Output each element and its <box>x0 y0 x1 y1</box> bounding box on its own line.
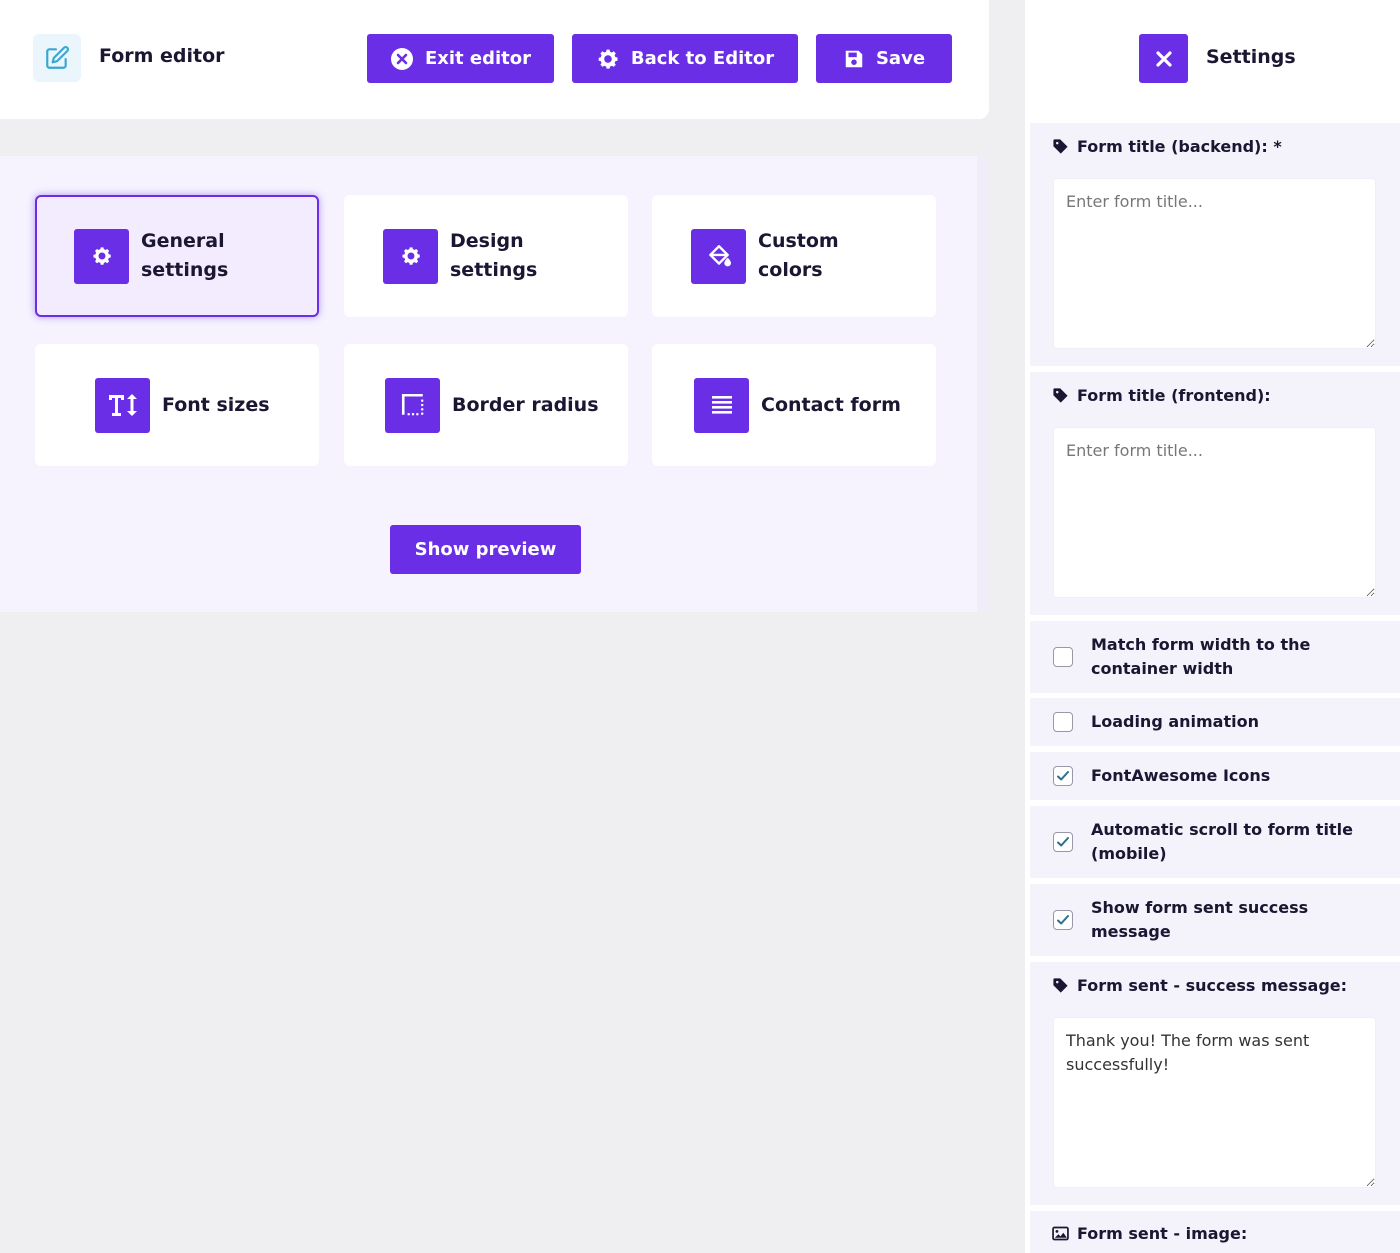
align-justify-icon <box>694 377 749 433</box>
tag-icon <box>1053 978 1068 993</box>
checkbox[interactable] <box>1053 712 1073 732</box>
card-label: Contact form <box>761 393 901 416</box>
field-label: Form sent - success message: <box>1052 976 1347 995</box>
field-label: Form title (backend): * <box>1052 137 1282 156</box>
card-font-sizes[interactable]: Font sizes <box>35 344 319 466</box>
card-general-settings[interactable]: General settings <box>35 195 319 317</box>
checkbox[interactable] <box>1053 647 1073 667</box>
checkbox-row-auto-scroll[interactable]: Automatic scroll to form title (mobile) <box>1030 806 1400 878</box>
settings-title: Settings <box>1206 46 1296 68</box>
show-preview-button[interactable]: Show preview <box>390 525 581 574</box>
checkbox-label: Loading animation <box>1091 712 1259 731</box>
border-radius-icon <box>385 377 440 433</box>
field-label: Form title (frontend): <box>1052 386 1271 405</box>
close-settings-button[interactable] <box>1139 34 1188 83</box>
checkbox-row-match-width[interactable]: Match form width to the container width <box>1030 621 1400 693</box>
gear-icon <box>74 228 129 284</box>
form-title-backend-input[interactable] <box>1053 178 1376 349</box>
back-to-editor-button[interactable]: Back to Editor <box>572 34 798 83</box>
edit-icon <box>33 34 81 82</box>
checkmark-icon <box>1057 771 1069 781</box>
settings-header: Settings <box>1025 0 1400 119</box>
paint-bucket-icon <box>691 228 746 284</box>
settings-categories-panel: General settings Design settings Custom … <box>0 156 989 612</box>
tag-icon <box>1053 139 1068 154</box>
image-icon <box>1052 1226 1069 1241</box>
page-title: Form editor <box>99 45 225 67</box>
checkbox-row-success-message[interactable]: Show form sent success message <box>1030 884 1400 956</box>
checkbox-label: Match form width to the container width <box>1091 635 1311 678</box>
checkbox-checked[interactable] <box>1053 910 1073 930</box>
sent-image-section: Form sent - image: <box>1030 1211 1400 1253</box>
save-button[interactable]: Save <box>816 34 952 83</box>
form-title-frontend-input[interactable] <box>1053 427 1376 598</box>
exit-editor-button[interactable]: Exit editor <box>367 34 554 83</box>
gear-icon <box>383 228 438 284</box>
card-label: General settings <box>141 230 229 281</box>
field-label: Form sent - image: <box>1052 1224 1247 1243</box>
card-custom-colors[interactable]: Custom colors <box>652 195 936 317</box>
close-icon <box>1155 50 1172 67</box>
card-contact-form[interactable]: Contact form <box>652 344 936 466</box>
card-design-settings[interactable]: Design settings <box>344 195 628 317</box>
card-label: Font sizes <box>162 393 270 416</box>
checkmark-icon <box>1057 837 1069 847</box>
back-to-editor-label: Back to Editor <box>630 48 775 69</box>
checkmark-icon <box>1057 915 1069 925</box>
form-title-frontend-section: Form title (frontend): <box>1030 372 1400 615</box>
checkbox-checked[interactable] <box>1053 766 1073 786</box>
checkbox-checked[interactable] <box>1053 832 1073 852</box>
text-height-icon <box>95 377 150 433</box>
checkbox-label: Automatic scroll to form title (mobile) <box>1091 820 1353 863</box>
save-label: Save <box>875 48 926 69</box>
checkbox-row-loading-animation[interactable]: Loading animation <box>1030 698 1400 746</box>
form-title-backend-section: Form title (backend): * <box>1030 123 1400 366</box>
checkbox-label: Show form sent success message <box>1091 898 1309 941</box>
settings-panel: Settings Form title (backend): * Form ti… <box>1025 0 1400 1253</box>
gear-icon <box>596 47 620 71</box>
card-label: Design settings <box>450 230 538 281</box>
exit-editor-label: Exit editor <box>424 48 532 69</box>
checkbox-label: FontAwesome Icons <box>1091 766 1271 785</box>
floppy-disk-icon <box>843 48 865 70</box>
tag-icon <box>1053 388 1068 403</box>
success-message-section: Form sent - success message: Thank you! … <box>1030 962 1400 1205</box>
editor-header: Form editor Exit editor Back to Editor S… <box>0 0 989 119</box>
checkbox-row-fontawesome[interactable]: FontAwesome Icons <box>1030 752 1400 800</box>
close-circle-icon <box>390 47 414 71</box>
card-label: Custom colors <box>758 230 839 281</box>
success-message-input[interactable]: Thank you! The form was sent successfull… <box>1053 1017 1376 1188</box>
card-border-radius[interactable]: Border radius <box>344 344 628 466</box>
card-label: Border radius <box>452 393 599 416</box>
